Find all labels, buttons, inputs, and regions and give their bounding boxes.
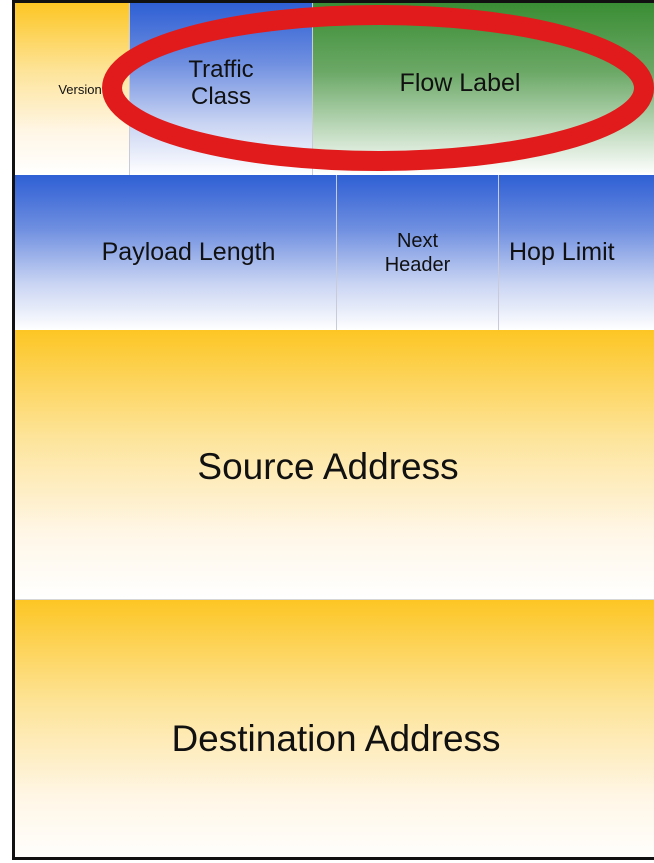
flow-label-label: Flow Label <box>399 68 521 97</box>
destination-address-field: Destination Address <box>15 600 654 857</box>
next-header-label: Next Header <box>384 229 451 276</box>
source-address-label: Source Address <box>197 445 459 487</box>
flow-label-field: Flow Label <box>313 3 654 175</box>
traffic-class-label: Traffic Class <box>188 56 254 110</box>
next-header-field: Next Header <box>337 175 499 330</box>
hop-limit-label: Hop Limit <box>509 238 615 266</box>
destination-address-label: Destination Address <box>171 717 501 759</box>
source-address-field: Source Address <box>15 330 654 600</box>
hop-limit-field: Hop Limit <box>499 175 654 330</box>
payload-length-field: Payload Length <box>15 175 337 330</box>
version-field: Version <box>15 3 130 175</box>
ipv6-header-diagram: Version Traffic Class Flow Label Payload… <box>12 0 654 860</box>
payload-length-label: Payload Length <box>101 238 276 266</box>
version-label: Version <box>58 81 102 97</box>
traffic-class-field: Traffic Class <box>130 3 313 175</box>
